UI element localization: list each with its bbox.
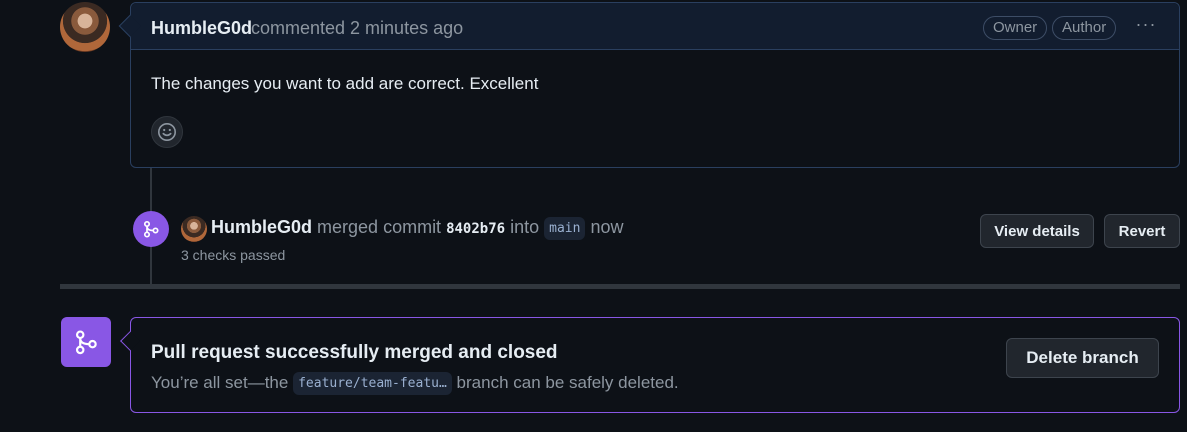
head-branch-label[interactable]: feature/team-featu… [293, 372, 452, 395]
actor-avatar[interactable] [181, 216, 207, 242]
revert-button[interactable]: Revert [1104, 214, 1180, 248]
comment-author-link[interactable]: HumbleG0d [151, 18, 252, 39]
kebab-horizontal-icon[interactable]: ··· [1131, 13, 1161, 39]
git-merge-icon [143, 220, 159, 238]
merged-status-icon [61, 317, 111, 367]
merge-event-badge [133, 211, 169, 247]
comment-card: HumbleG0d commented 2 minutes ago Owner … [130, 2, 1180, 168]
merge-into: into [510, 217, 540, 237]
merge-when[interactable]: now [590, 217, 623, 237]
merged-sub-suffix: branch can be safely deleted. [456, 373, 679, 392]
avatar[interactable] [60, 2, 110, 52]
git-merge-icon [75, 330, 97, 355]
merged-status-card: Pull request successfully merged and clo… [130, 317, 1180, 413]
merge-event-text: HumbleG0d merged commit 8402b76 into mai… [211, 217, 624, 240]
view-details-button[interactable]: View details [980, 214, 1094, 248]
add-reaction-button[interactable] [151, 116, 183, 148]
comment-header: HumbleG0d commented 2 minutes ago Owner … [131, 3, 1179, 50]
checks-status[interactable]: 3 checks passed [181, 247, 285, 263]
merged-subtitle: You’re all set—the feature/team-featu… b… [151, 372, 679, 395]
comment-body: The changes you want to add are correct.… [151, 74, 539, 93]
merged-sub-prefix: You’re all set—the [151, 373, 289, 392]
merged-title: Pull request successfully merged and clo… [151, 342, 558, 363]
author-badge: Author [1052, 16, 1117, 40]
owner-badge: Owner [983, 16, 1048, 40]
comment-timestamp[interactable]: commented 2 minutes ago [251, 18, 463, 39]
commit-sha-link[interactable]: 8402b76 [446, 221, 505, 237]
delete-branch-button[interactable]: Delete branch [1006, 338, 1159, 378]
merge-verb: merged commit [317, 217, 442, 237]
smiley-icon [158, 123, 176, 141]
merge-actor-link[interactable]: HumbleG0d [211, 217, 312, 237]
timeline-end-divider [60, 284, 1180, 289]
base-branch-label[interactable]: main [544, 217, 586, 240]
